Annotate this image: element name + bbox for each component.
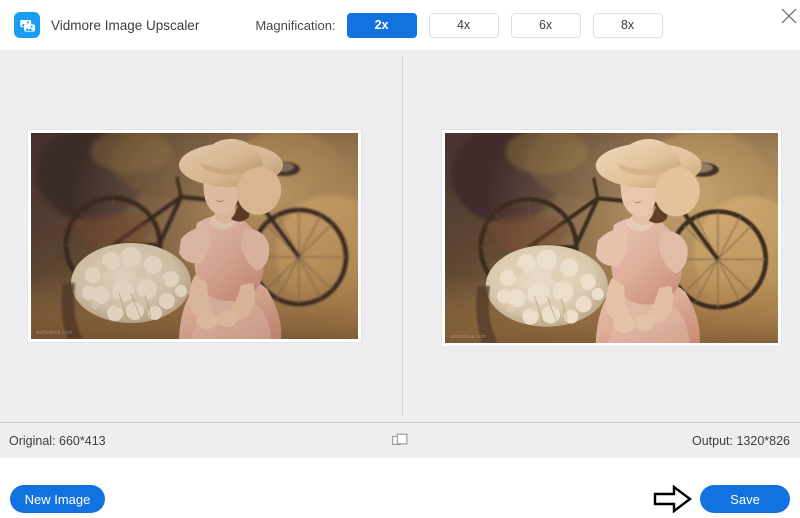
close-icon[interactable] — [772, 1, 800, 31]
magnification-option-2x[interactable]: 2x — [347, 13, 417, 38]
app-title: Vidmore Image Upscaler — [51, 18, 199, 33]
app-header: Vidmore Image Upscaler Magnification: 2x… — [0, 0, 800, 50]
app-footer: New Image Save — [0, 458, 800, 518]
upscaled-image-preview[interactable]: wallsdesk.com — [445, 133, 778, 343]
status-bar: Original: 660*413 Output: 1320*826 — [0, 422, 800, 458]
upscaled-image-frame: wallsdesk.com — [442, 130, 781, 346]
brand: Vidmore Image Upscaler — [14, 12, 199, 38]
original-image-frame: wallsdesk.com — [28, 130, 361, 342]
magnification-option-4x[interactable]: 4x — [429, 13, 499, 38]
magnification-controls: Magnification: 2x 4x 6x 8x — [255, 13, 674, 38]
original-size-label: Original: 660*413 — [9, 434, 106, 448]
magnification-label: Magnification: — [255, 18, 335, 33]
original-image-preview[interactable]: wallsdesk.com — [31, 133, 358, 339]
photo-logo-icon — [14, 12, 40, 38]
output-size-label: Output: 1320*826 — [692, 434, 790, 448]
compare-squares-icon[interactable] — [392, 433, 408, 449]
upscaled-pane: wallsdesk.com — [403, 50, 800, 422]
preview-area: wallsdesk.com — [0, 50, 800, 422]
image-upscaler-window: Vidmore Image Upscaler Magnification: 2x… — [0, 0, 800, 518]
save-button[interactable]: Save — [700, 485, 790, 513]
magnification-option-8x[interactable]: 8x — [593, 13, 663, 38]
new-image-button[interactable]: New Image — [10, 485, 105, 513]
original-pane: wallsdesk.com — [0, 50, 402, 422]
right-arrow-pointer-icon — [652, 483, 694, 515]
magnification-option-6x[interactable]: 6x — [511, 13, 581, 38]
